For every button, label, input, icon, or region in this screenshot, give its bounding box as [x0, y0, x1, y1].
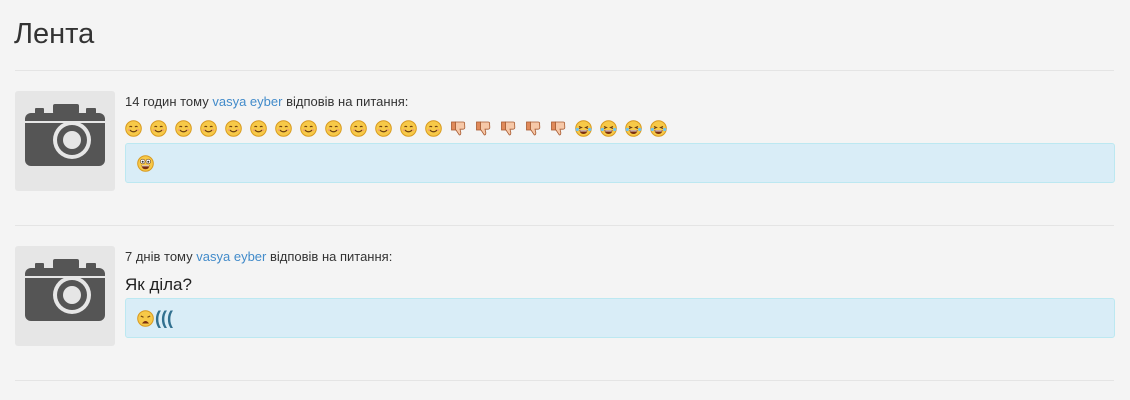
answer-box: ((( — [125, 298, 1115, 338]
smile-icon — [150, 120, 167, 137]
smile-icon — [200, 120, 217, 137]
smile-icon — [275, 120, 292, 137]
smile-icon — [250, 120, 267, 137]
page-title: Лента — [14, 18, 95, 50]
smile-icon — [325, 120, 342, 137]
laughing-tears-icon — [575, 120, 592, 137]
post-time: 14 годин тому — [125, 94, 209, 109]
divider — [15, 225, 1114, 226]
laughing-tears-icon — [600, 120, 617, 137]
thumbs-down-icon — [475, 120, 492, 137]
laughing-tears-icon — [650, 120, 667, 137]
camera-icon — [25, 259, 105, 321]
divider — [15, 70, 1114, 71]
question-emoji-row — [125, 120, 675, 140]
user-link[interactable]: vasya eyber — [196, 249, 266, 264]
crazy-face-icon — [137, 155, 154, 172]
avatar[interactable] — [15, 91, 115, 191]
avatar[interactable] — [15, 246, 115, 346]
thumbs-down-icon — [550, 120, 567, 137]
post-time: 7 днів тому — [125, 249, 193, 264]
smile-icon — [350, 120, 367, 137]
feed-item: 14 годин тому vasya eyber відповів на пи… — [15, 91, 1115, 191]
smile-icon — [425, 120, 442, 137]
thumbs-down-icon — [525, 120, 542, 137]
smile-icon — [400, 120, 417, 137]
thumbs-down-icon — [500, 120, 517, 137]
weary-face-icon — [137, 310, 154, 327]
question-text[interactable]: Як діла? — [125, 273, 192, 297]
smile-icon — [375, 120, 392, 137]
answer-box — [125, 143, 1115, 183]
laughing-tears-icon — [625, 120, 642, 137]
feed-page: Лента 14 годин тому vasya eyber відповів… — [0, 0, 1130, 400]
smile-icon — [225, 120, 242, 137]
thumbs-down-icon — [450, 120, 467, 137]
feed-item: 7 днів тому vasya eyber відповів на пита… — [15, 246, 1115, 346]
smile-icon — [125, 120, 142, 137]
answer-text: ((( — [155, 308, 173, 328]
camera-icon — [25, 104, 105, 166]
post-action: відповів на питання: — [269, 249, 393, 264]
smile-icon — [300, 120, 317, 137]
user-link[interactable]: vasya eyber — [212, 94, 282, 109]
smile-icon — [175, 120, 192, 137]
post-action: відповів на питання: — [286, 94, 409, 109]
post-meta: 7 днів тому vasya eyber відповів на пита… — [125, 248, 392, 266]
divider — [15, 380, 1114, 381]
post-meta: 14 годин тому vasya eyber відповів на пи… — [125, 93, 408, 111]
